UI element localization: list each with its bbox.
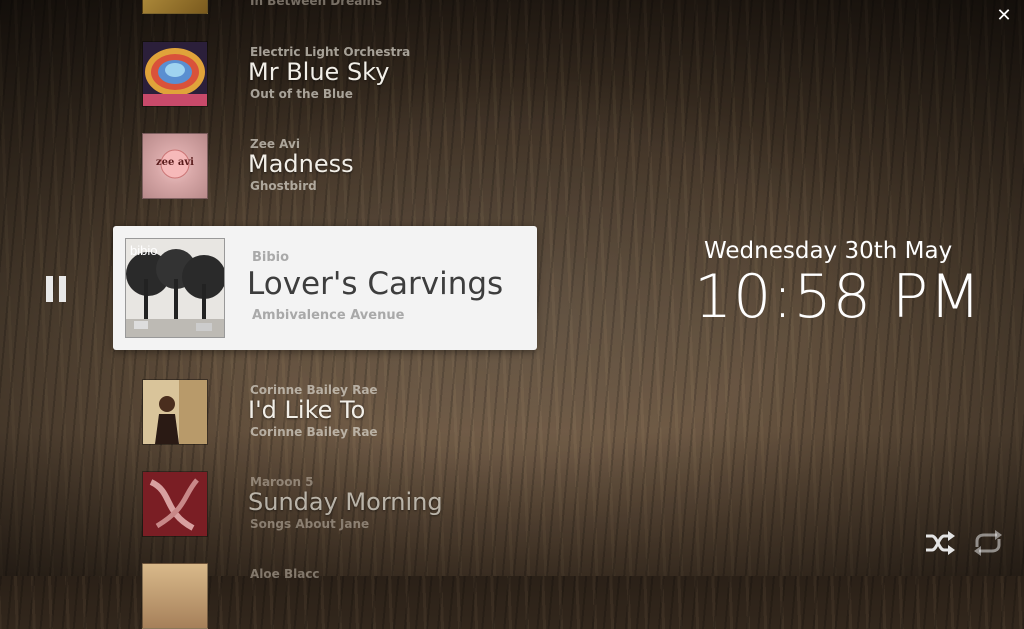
track-title: Sunday Morning bbox=[248, 488, 443, 516]
now-playing-album: Ambivalence Avenue bbox=[252, 308, 405, 323]
now-playing-title: Lover's Carvings bbox=[247, 266, 504, 302]
shuffle-icon bbox=[926, 531, 955, 555]
track-album: In Between Dreams bbox=[250, 0, 383, 8]
repeat-icon bbox=[974, 530, 1002, 556]
track-album: Songs About Jane bbox=[250, 517, 370, 531]
album-art bbox=[142, 0, 208, 14]
now-playing-card[interactable]: bibio Bibio Lover's Carvings Ambivalence… bbox=[113, 226, 537, 350]
close-icon: ✕ bbox=[996, 5, 1012, 26]
album-art bbox=[142, 379, 208, 445]
track-artist: Maroon 5 bbox=[250, 475, 314, 489]
track-artist: Zee Avi bbox=[250, 137, 300, 151]
close-button[interactable]: ✕ bbox=[994, 6, 1014, 26]
repeat-button[interactable] bbox=[971, 529, 1005, 557]
track-album: Ghostbird bbox=[250, 179, 317, 193]
track-artist: Electric Light Orchestra bbox=[250, 45, 411, 59]
track-title: Mr Blue Sky bbox=[248, 58, 390, 86]
album-art: zee avi bbox=[142, 133, 208, 199]
track-artist: Aloe Blacc bbox=[250, 567, 320, 581]
album-art bbox=[142, 41, 208, 107]
clock-time: 10:58 PM bbox=[694, 262, 982, 332]
track-album: Out of the Blue bbox=[250, 87, 353, 101]
album-art: bibio bbox=[125, 238, 225, 338]
track-album: Corinne Bailey Rae bbox=[250, 425, 378, 439]
pause-icon bbox=[46, 276, 53, 302]
album-art-label: zee avi bbox=[156, 157, 194, 168]
pause-button[interactable] bbox=[46, 276, 66, 302]
shuffle-button[interactable] bbox=[924, 530, 956, 556]
album-art bbox=[142, 471, 208, 537]
track-artist: Corinne Bailey Rae bbox=[250, 383, 378, 397]
track-title: I'd Like To bbox=[248, 396, 366, 424]
now-playing-artist: Bibio bbox=[252, 250, 290, 265]
clock-date: Wednesday 30th May bbox=[704, 238, 953, 264]
track-title: Madness bbox=[248, 150, 354, 178]
album-art-label: bibio bbox=[130, 243, 158, 258]
album-art bbox=[142, 563, 208, 629]
